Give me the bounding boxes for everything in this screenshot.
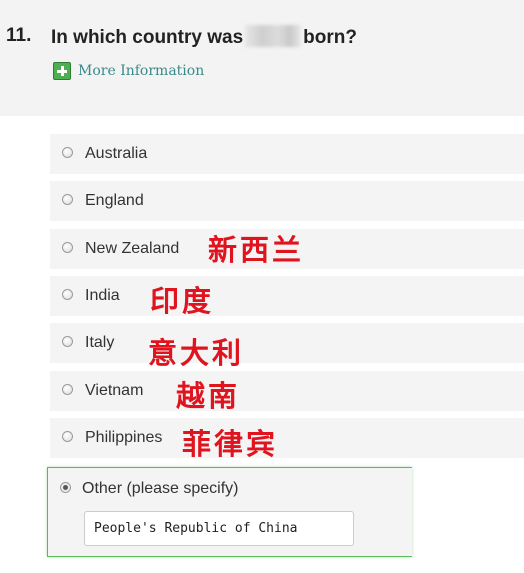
question-text-before: In which country was — [51, 27, 244, 48]
option-india[interactable]: India — [50, 276, 524, 316]
radio-button[interactable] — [62, 242, 73, 253]
question-text-after: born? — [303, 27, 357, 48]
option-italy[interactable]: Italy — [50, 323, 524, 363]
radio-button[interactable] — [62, 431, 73, 442]
option-other[interactable]: Other (please specify) — [47, 467, 412, 557]
annotation-philippines: 菲律宾 — [182, 427, 279, 461]
option-label: Australia — [85, 145, 148, 162]
option-label: Vietnam — [85, 382, 144, 399]
option-vietnam[interactable]: Vietnam — [50, 371, 524, 411]
option-label: New Zealand — [85, 240, 180, 257]
option-label: England — [85, 192, 144, 209]
radio-button[interactable] — [62, 336, 73, 347]
annotation-italy: 意大利 — [148, 336, 245, 370]
option-australia[interactable]: Australia — [50, 134, 524, 174]
question-header: 11. In which country was born? More Infor… — [0, 0, 524, 116]
option-philippines[interactable]: Philippines — [50, 418, 524, 458]
annotation-vietnam: 越南 — [176, 379, 241, 413]
option-label: Other (please specify) — [82, 480, 239, 497]
option-england[interactable]: England — [50, 181, 524, 221]
other-specify-input[interactable] — [84, 511, 354, 546]
annotation-india: 印度 — [150, 284, 215, 318]
option-label: Italy — [85, 334, 115, 351]
redacted-name — [245, 25, 302, 47]
radio-button[interactable] — [62, 289, 73, 300]
more-information-label: More Information — [78, 63, 205, 79]
question-text: In which country was born? — [51, 25, 357, 49]
radio-button[interactable] — [62, 384, 73, 395]
question-number: 11. — [6, 25, 32, 46]
annotation-new-zealand: 新西兰 — [208, 233, 305, 267]
option-label: India — [85, 287, 120, 304]
plus-icon — [53, 62, 71, 80]
radio-button[interactable] — [62, 194, 73, 205]
option-label: Philippines — [85, 429, 163, 446]
radio-button[interactable] — [62, 147, 73, 158]
more-information-link[interactable]: More Information — [53, 62, 204, 80]
radio-button-selected[interactable] — [60, 482, 71, 493]
